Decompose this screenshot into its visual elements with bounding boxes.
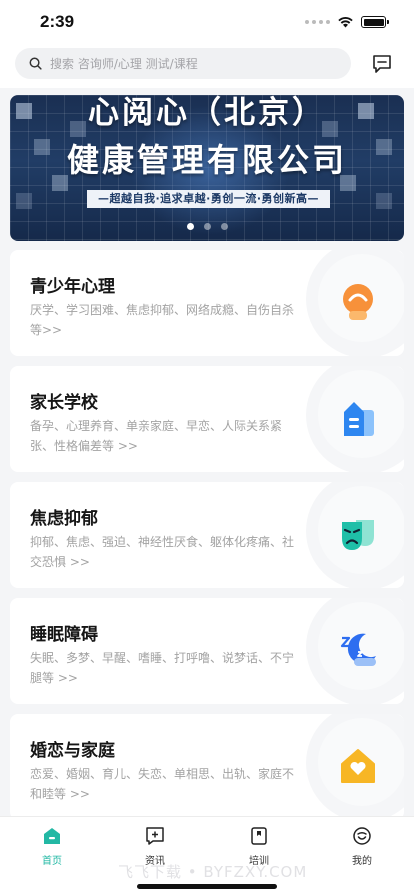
status-bar: 2:39 (0, 0, 414, 44)
category-title: 家长学校 (30, 393, 98, 413)
category-title: 睡眠障碍 (30, 625, 98, 645)
banner-pagination[interactable] (10, 223, 404, 230)
category-description: 厌学、学习困难、焦虑抑郁、网络成瘾、自伤自杀等>> (30, 303, 295, 337)
category-description: 恋爱、婚姻、育儿、失恋、单相思、出轨、家庭不和睦等 >> (30, 767, 295, 801)
drama-mask-icon (334, 510, 382, 558)
signal-icon (305, 20, 330, 24)
tab-home[interactable]: 首页 (22, 825, 82, 867)
bottom-tab-bar: 首页 资讯 培训 我的 飞飞下载 • BYFZXY.COM (0, 816, 414, 896)
search-header (0, 44, 414, 88)
category-description: 备孕、心理养育、单亲家庭、早恋、人际关系紧张、性格偏差等 >> (30, 419, 283, 453)
news-icon (144, 825, 166, 847)
house-heart-icon (334, 742, 382, 790)
category-card-sleep[interactable]: 睡眠障碍 失眠、多梦、早醒、嗜睡、打呼噜、说梦话、不宁腿等 >> (10, 598, 404, 704)
banner-title-line1: 心阅心（北京） (88, 95, 326, 131)
battery-icon (361, 16, 389, 28)
training-icon (248, 825, 270, 847)
banner-dot[interactable] (203, 223, 211, 230)
teen-face-icon (334, 278, 382, 326)
tab-label: 我的 (352, 856, 372, 867)
search-input[interactable] (50, 56, 310, 71)
category-description: 抑郁、焦虑、强迫、神经性厌食、躯体化疼痛、社交恐惧 >> (30, 535, 295, 569)
category-title: 青少年心理 (30, 277, 115, 297)
category-card-marriage[interactable]: 婚恋与家庭 恋爱、婚姻、育儿、失恋、单相思、出轨、家庭不和睦等 >> (10, 714, 404, 816)
category-title: 焦虑抑郁 (30, 509, 98, 529)
banner-dot[interactable] (186, 223, 194, 230)
profile-icon (351, 825, 373, 847)
wifi-icon (338, 17, 353, 28)
status-icons (305, 16, 389, 28)
message-button[interactable] (370, 52, 394, 76)
category-description: 失眠、多梦、早醒、嗜睡、打呼噜、说梦话、不宁腿等 >> (30, 651, 295, 685)
category-card-anxiety[interactable]: 焦虑抑郁 抑郁、焦虑、强迫、神经性厌食、躯体化疼痛、社交恐惧 >> (10, 482, 404, 588)
category-title: 婚恋与家庭 (30, 741, 115, 761)
search-bar[interactable] (15, 48, 351, 79)
school-building-icon (334, 394, 382, 442)
status-time: 2:39 (40, 12, 75, 31)
tab-profile[interactable]: 我的 (332, 825, 392, 867)
home-icon (41, 825, 63, 847)
watermark-text: 飞飞下载 • BYFZXY.COM (118, 863, 308, 881)
category-card-parents[interactable]: 家长学校 备孕、心理养育、单亲家庭、早恋、人际关系紧张、性格偏差等 >> (10, 366, 404, 472)
banner-title-line2: 健康管理有限公司 (66, 141, 347, 179)
category-card-teen[interactable]: 青少年心理 厌学、学习困难、焦虑抑郁、网络成瘾、自伤自杀等>> (10, 250, 404, 356)
banner-dot[interactable] (220, 223, 228, 230)
moon-sleep-icon (334, 626, 382, 674)
promo-banner[interactable]: 心阅心（北京） 健康管理有限公司 —超越自我·追求卓越·勇创一流·勇创新高— (10, 95, 404, 241)
banner-slogan: —超越自我·追求卓越·勇创一流·勇创新高— (87, 190, 330, 208)
tab-label: 首页 (42, 856, 62, 867)
message-icon (373, 55, 391, 73)
home-indicator[interactable] (137, 884, 277, 889)
search-icon (29, 57, 42, 70)
home-content[interactable]: 心阅心（北京） 健康管理有限公司 —超越自我·追求卓越·勇创一流·勇创新高— 青… (0, 88, 414, 816)
